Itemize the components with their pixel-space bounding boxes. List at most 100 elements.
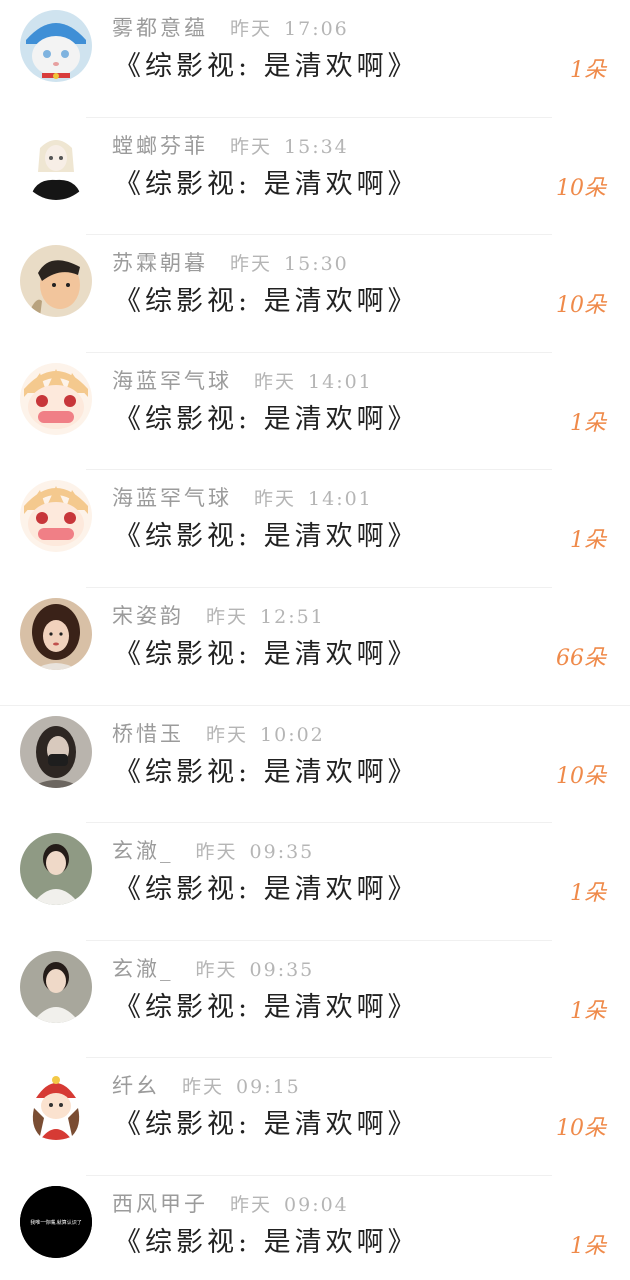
black-text-avatar-icon: 我唯一你嘴,就算认识了 xyxy=(20,1185,92,1258)
flower-count: 10朵 xyxy=(556,175,606,201)
flower-count: 1朵 xyxy=(570,410,606,436)
avatar[interactable] xyxy=(20,362,92,435)
date-label: 昨天 xyxy=(182,1076,225,1099)
avatar[interactable]: 我唯一你嘴,就算认识了 xyxy=(20,1185,92,1258)
avatar[interactable] xyxy=(20,950,92,1023)
work-title[interactable]: 《综影视: 是清欢啊》 xyxy=(114,279,419,318)
avatar[interactable] xyxy=(20,10,92,82)
crying-anime-avatar-icon xyxy=(20,362,92,435)
row-meta: 宋姿韵 昨天 12:51 xyxy=(112,600,325,628)
time-label: 14:01 xyxy=(308,488,373,511)
flower-count: 66朵 xyxy=(556,645,606,671)
work-title[interactable]: 《综影视: 是清欢啊》 xyxy=(114,397,419,436)
work-title[interactable]: 《综影视: 是清欢啊》 xyxy=(114,514,419,553)
user-name[interactable]: 玄澈_ xyxy=(112,835,174,865)
user-name[interactable]: 螳螂芬菲 xyxy=(112,130,208,160)
cartoon-boy-avatar-icon xyxy=(20,245,92,318)
user-name[interactable]: 海蓝罕气球 xyxy=(112,365,232,395)
user-name[interactable]: 海蓝罕气球 xyxy=(112,482,232,512)
date-label: 昨天 xyxy=(230,253,273,276)
date-label: 昨天 xyxy=(254,488,297,511)
time-label: 12:51 xyxy=(260,605,325,628)
man-photo-avatar-icon xyxy=(20,950,92,1023)
date-label: 昨天 xyxy=(195,841,238,864)
time-label: 09:35 xyxy=(249,958,315,981)
date-label: 昨天 xyxy=(230,135,273,158)
work-title[interactable]: 《综影视: 是清欢啊》 xyxy=(114,162,419,201)
avatar[interactable] xyxy=(20,127,92,200)
work-title[interactable]: 《综影视: 是清欢啊》 xyxy=(114,632,419,671)
avatar-caption: 我唯一你嘴,就算认识了 xyxy=(30,1219,82,1226)
user-name[interactable]: 苏霖朝暮 xyxy=(112,247,208,277)
row-meta: 玄澈_ 昨天 09:35 xyxy=(112,835,314,863)
list-item[interactable]: 雾都意蕴 昨天 17:06 《综影视: 是清欢啊》 1朵 xyxy=(0,0,630,118)
list-item[interactable]: 苏霖朝暮 昨天 15:30 《综影视: 是清欢啊》 10朵 xyxy=(0,235,630,353)
user-name[interactable]: 宋姿韵 xyxy=(112,600,184,630)
work-title[interactable]: 《综影视: 是清欢啊》 xyxy=(114,1102,419,1141)
date-label: 昨天 xyxy=(195,958,238,981)
list-item[interactable]: 宋姿韵 昨天 12:51 《综影视: 是清欢啊》 66朵 xyxy=(0,588,630,706)
user-name[interactable]: 玄澈_ xyxy=(112,953,174,983)
time-label: 14:01 xyxy=(308,370,373,393)
flower-count: 1朵 xyxy=(570,998,606,1024)
user-name[interactable]: 西风甲子 xyxy=(112,1188,208,1218)
time-label: 09:04 xyxy=(284,1193,349,1216)
date-label: 昨天 xyxy=(230,1193,273,1216)
list-item[interactable]: 玄澈_ 昨天 09:35 《综影视: 是清欢啊》 1朵 xyxy=(0,941,630,1059)
flower-count: 1朵 xyxy=(570,1233,606,1259)
time-label: 15:34 xyxy=(284,135,349,158)
list-item[interactable]: 纤幺 昨天 09:15 《综影视: 是清欢啊》 10朵 xyxy=(0,1058,630,1176)
list-item[interactable]: 海蓝罕气球 昨天 14:01 《综影视: 是清欢啊》 1朵 xyxy=(0,470,630,588)
date-label: 昨天 xyxy=(254,370,297,393)
work-title[interactable]: 《综影视: 是清欢啊》 xyxy=(114,44,419,83)
date-label: 昨天 xyxy=(230,18,273,40)
cartoon-girl-avatar-icon xyxy=(20,1068,92,1141)
cat-avatar-icon xyxy=(20,10,92,82)
gift-record-list: 雾都意蕴 昨天 17:06 《综影视: 是清欢啊》 1朵 螳螂芬菲 昨天 15:… xyxy=(0,0,630,1280)
woman-photo-avatar-icon xyxy=(20,597,92,670)
row-meta: 玄澈_ 昨天 09:35 xyxy=(112,953,314,981)
flower-count: 1朵 xyxy=(570,528,606,554)
row-meta: 螳螂芬菲 昨天 15:34 xyxy=(112,130,349,158)
avatar[interactable] xyxy=(20,715,92,788)
user-name[interactable]: 纤幺 xyxy=(112,1070,160,1100)
flower-count: 1朵 xyxy=(570,881,606,907)
avatar[interactable] xyxy=(20,597,92,670)
avatar[interactable] xyxy=(20,480,92,553)
user-name[interactable]: 桥惜玉 xyxy=(112,718,184,748)
row-meta: 海蓝罕气球 昨天 14:01 xyxy=(112,365,373,393)
user-name[interactable]: 雾都意蕴 xyxy=(112,12,208,42)
flower-count: 10朵 xyxy=(556,293,606,319)
row-meta: 海蓝罕气球 昨天 14:01 xyxy=(112,482,373,510)
list-item[interactable]: 海蓝罕气球 昨天 14:01 《综影视: 是清欢啊》 1朵 xyxy=(0,353,630,471)
flower-count: 10朵 xyxy=(556,763,606,789)
avatar[interactable] xyxy=(20,833,92,906)
flower-count: 10朵 xyxy=(556,1116,606,1142)
work-title[interactable]: 《综影视: 是清欢啊》 xyxy=(114,1220,419,1259)
time-label: 17:06 xyxy=(284,18,349,40)
avatar[interactable] xyxy=(20,1068,92,1141)
time-label: 09:15 xyxy=(236,1076,301,1099)
row-meta: 纤幺 昨天 09:15 xyxy=(112,1070,301,1098)
anime-girl-avatar-icon xyxy=(20,127,92,200)
work-title[interactable]: 《综影视: 是清欢啊》 xyxy=(114,985,419,1024)
row-meta: 西风甲子 昨天 09:04 xyxy=(112,1188,349,1216)
time-label: 09:35 xyxy=(249,841,315,864)
list-item[interactable]: 桥惜玉 昨天 10:02 《综影视: 是清欢啊》 10朵 xyxy=(0,706,630,824)
list-item[interactable]: 螳螂芬菲 昨天 15:34 《综影视: 是清欢啊》 10朵 xyxy=(0,118,630,236)
work-title[interactable]: 《综影视: 是清欢啊》 xyxy=(114,750,419,789)
row-meta: 苏霖朝暮 昨天 15:30 xyxy=(112,247,349,275)
man-photo-avatar-icon xyxy=(20,833,92,906)
row-meta: 雾都意蕴 昨天 17:06 xyxy=(112,12,349,40)
time-label: 15:30 xyxy=(284,253,349,276)
row-meta: 桥惜玉 昨天 10:02 xyxy=(112,718,325,746)
list-item[interactable]: 玄澈_ 昨天 09:35 《综影视: 是清欢啊》 1朵 xyxy=(0,823,630,941)
flower-count: 1朵 xyxy=(570,58,606,83)
work-title[interactable]: 《综影视: 是清欢啊》 xyxy=(114,867,419,906)
date-label: 昨天 xyxy=(206,723,249,746)
list-item[interactable]: 我唯一你嘴,就算认识了 西风甲子 昨天 09:04 《综影视: 是清欢啊》 1朵 xyxy=(0,1176,630,1280)
masked-person-avatar-icon xyxy=(20,715,92,788)
date-label: 昨天 xyxy=(206,605,249,628)
time-label: 10:02 xyxy=(260,723,325,746)
avatar[interactable] xyxy=(20,245,92,318)
